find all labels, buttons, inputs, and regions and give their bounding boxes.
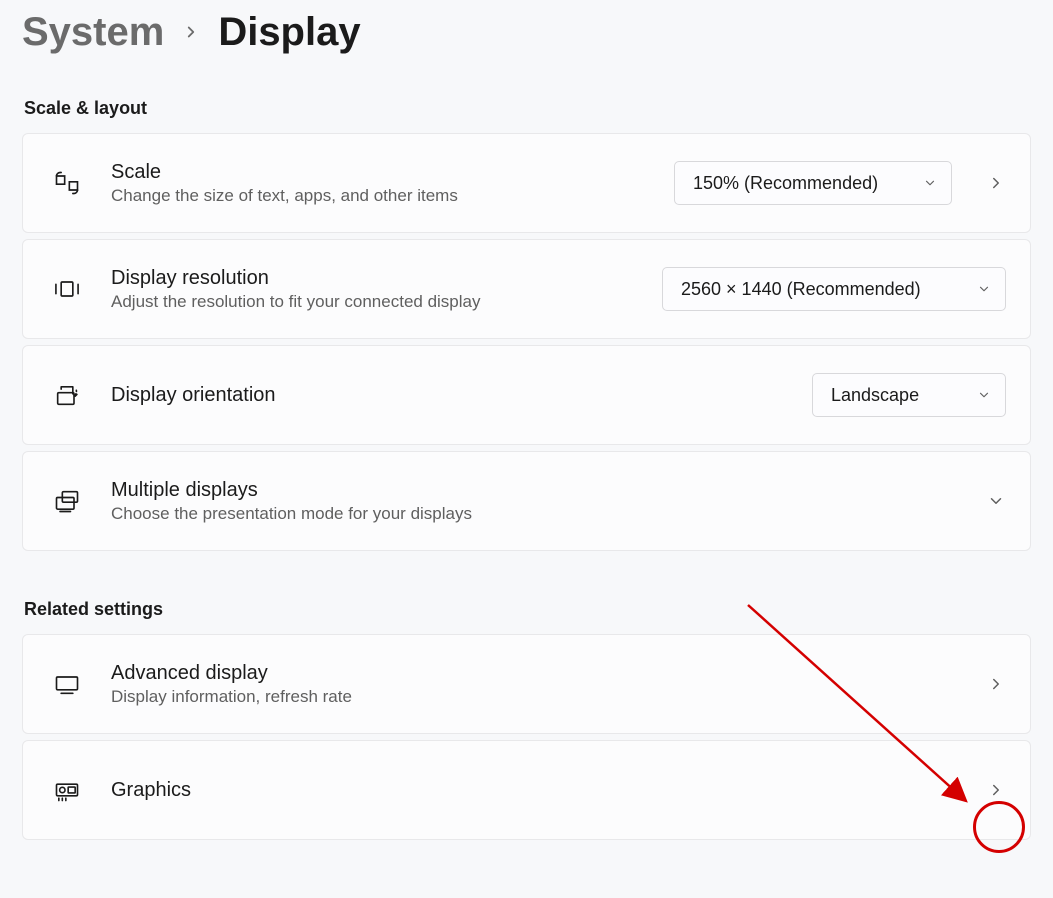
multiple-displays-expand-button[interactable] — [986, 492, 1006, 510]
page-title: Display — [218, 8, 360, 56]
multiple-displays-icon — [51, 487, 83, 515]
row-multiple-title: Multiple displays — [111, 479, 958, 502]
row-multiple-displays[interactable]: Multiple displays Choose the presentatio… — [22, 451, 1031, 551]
row-graphics-title: Graphics — [111, 779, 958, 802]
row-scale[interactable]: Scale Change the size of text, apps, and… — [22, 133, 1031, 233]
orientation-select[interactable]: Landscape — [812, 373, 1006, 417]
scale-expand-button[interactable] — [986, 174, 1006, 192]
row-advanced-subtitle: Display information, refresh rate — [111, 687, 958, 707]
resolution-select[interactable]: 2560 × 1440 (Recommended) — [662, 267, 1006, 311]
row-graphics[interactable]: Graphics — [22, 740, 1031, 840]
graphics-nav-button[interactable] — [986, 781, 1006, 799]
scale-select-value: 150% (Recommended) — [693, 173, 878, 194]
section-scale-layout-heading: Scale & layout — [24, 98, 1031, 119]
orientation-select-value: Landscape — [831, 385, 919, 406]
section-related-heading: Related settings — [24, 599, 1031, 620]
row-resolution-subtitle: Adjust the resolution to fit your connec… — [111, 292, 634, 312]
scale-icon — [51, 169, 83, 197]
resolution-icon — [51, 275, 83, 303]
orientation-icon — [51, 381, 83, 409]
row-scale-title: Scale — [111, 161, 646, 184]
resolution-select-value: 2560 × 1440 (Recommended) — [681, 279, 921, 300]
row-resolution[interactable]: Display resolution Adjust the resolution… — [22, 239, 1031, 339]
row-advanced-display[interactable]: Advanced display Display information, re… — [22, 634, 1031, 734]
row-resolution-title: Display resolution — [111, 267, 634, 290]
chevron-down-icon — [977, 282, 991, 296]
breadcrumb: System Display — [22, 8, 1031, 56]
row-orientation[interactable]: Display orientation Landscape — [22, 345, 1031, 445]
chevron-down-icon — [977, 388, 991, 402]
monitor-icon — [51, 670, 83, 698]
scale-select[interactable]: 150% (Recommended) — [674, 161, 952, 205]
row-scale-subtitle: Change the size of text, apps, and other… — [111, 186, 646, 206]
chevron-down-icon — [923, 176, 937, 190]
breadcrumb-parent[interactable]: System — [22, 8, 164, 56]
chevron-right-icon — [182, 23, 200, 41]
row-orientation-title: Display orientation — [111, 384, 784, 407]
graphics-card-icon — [51, 776, 83, 804]
row-multiple-subtitle: Choose the presentation mode for your di… — [111, 504, 958, 524]
row-advanced-title: Advanced display — [111, 662, 958, 685]
advanced-display-nav-button[interactable] — [986, 675, 1006, 693]
